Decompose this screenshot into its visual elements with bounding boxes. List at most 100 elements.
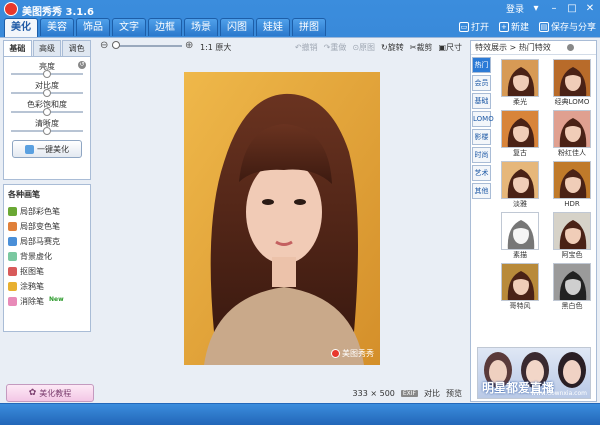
effect-preview-image xyxy=(559,118,587,147)
slider-1: 对比度 xyxy=(7,80,87,97)
slider-3: 清晰度 xyxy=(7,118,87,135)
one-key-beautify-button[interactable]: 一键美化 xyxy=(12,140,82,158)
tab-5[interactable]: 场景 xyxy=(184,18,218,36)
category-tab-3[interactable]: LOMO xyxy=(472,111,494,127)
canvas-tool-1[interactable]: ↷重做 xyxy=(324,42,347,53)
brush-item-0[interactable]: 局部彩色笔 xyxy=(8,204,86,219)
effect-thumbnail xyxy=(553,110,591,148)
canvas-area: 美图秀秀 xyxy=(96,56,466,384)
brush-icon xyxy=(8,282,17,291)
new-button[interactable]: + 新建 xyxy=(498,20,529,33)
effects-header: 特效展示 > 热门特效 xyxy=(471,41,596,55)
effect-item-1[interactable]: 经典LOMO xyxy=(547,59,597,108)
category-tab-6[interactable]: 艺术 xyxy=(472,165,491,181)
effect-item-5[interactable]: HDR xyxy=(547,161,597,210)
effect-label: 复古 xyxy=(513,149,527,157)
zoom-out-icon[interactable]: ⊖ xyxy=(100,40,108,51)
effect-thumbnail xyxy=(553,59,591,97)
effect-item-8[interactable]: 哥特风 xyxy=(495,263,545,312)
brush-item-2[interactable]: 局部马赛克 xyxy=(8,234,86,249)
effect-item-3[interactable]: 粉红佳人 xyxy=(547,110,597,159)
login-link[interactable]: 登录 xyxy=(506,2,524,15)
effect-item-9[interactable]: 黑白色 xyxy=(547,263,597,312)
tab-4[interactable]: 边框 xyxy=(148,18,182,36)
open-button[interactable]: ▭ 打开 xyxy=(458,20,489,33)
category-tab-4[interactable]: 影楼 xyxy=(472,129,491,145)
effect-thumbnail xyxy=(501,212,539,250)
slider-handle[interactable] xyxy=(43,127,51,135)
promo-banner[interactable]: 明星都爱直播 www.downxia.com xyxy=(477,347,591,399)
close-button[interactable]: ✕ xyxy=(584,3,596,15)
left-panel: 基础 高级 调色 ↺ 亮度 对比度 色彩饱和度 清晰度 一键美化 各种画笔 局部彩色笔 局部… xyxy=(3,40,94,402)
photo-canvas[interactable]: 美图秀秀 xyxy=(184,72,380,365)
portrait-image xyxy=(184,72,380,365)
brush-item-3[interactable]: 背景虚化 xyxy=(8,249,86,264)
effect-item-7[interactable]: 阿宝色 xyxy=(547,212,597,261)
tab-2[interactable]: 饰品 xyxy=(76,18,110,36)
tab-8[interactable]: 拼图 xyxy=(292,18,326,36)
canvas-tool-0[interactable]: ↶撤销 xyxy=(295,42,318,53)
canvas-tool-5[interactable]: ▣尺寸 xyxy=(438,42,462,53)
effect-label: 黑白色 xyxy=(561,302,583,310)
plus-icon: + xyxy=(498,21,509,32)
preview-button[interactable]: 预览 xyxy=(446,388,462,399)
slider-track[interactable] xyxy=(11,108,83,116)
category-tab-7[interactable]: 其他 xyxy=(472,183,491,199)
canvas-status: 333 × 500 EXIF 对比 预览 xyxy=(353,388,462,399)
original-size-button[interactable]: 1:1 原大 xyxy=(200,42,231,53)
zoom-in-icon[interactable]: ⊕ xyxy=(185,40,193,51)
slider-handle[interactable] xyxy=(43,108,51,116)
tab-1[interactable]: 美容 xyxy=(40,18,74,36)
app-logo-icon xyxy=(4,2,18,16)
effect-grid: 柔光 经典LOMO 复古 粉红佳人 淡雅 HDR 素描 阿宝色 哥特风 黑白色 xyxy=(495,59,597,312)
tab-7[interactable]: 娃娃 xyxy=(256,18,290,36)
brush-item-1[interactable]: 局部变色笔 xyxy=(8,219,86,234)
brush-item-5[interactable]: 涂鸦笔 xyxy=(8,279,86,294)
maximize-button[interactable]: □ xyxy=(566,3,578,15)
zoom-slider-handle[interactable] xyxy=(111,41,120,49)
exif-badge[interactable]: EXIF xyxy=(400,390,418,397)
zoom-slider[interactable] xyxy=(112,45,182,47)
compare-button[interactable]: 对比 xyxy=(424,388,440,399)
subtab-0[interactable]: 基础 xyxy=(3,40,32,56)
brush-icon xyxy=(8,267,17,276)
brush-item-6[interactable]: 消除笔 New xyxy=(8,294,86,309)
tab-0[interactable]: 美化 xyxy=(4,18,38,38)
effect-thumbnail xyxy=(553,263,591,301)
effect-item-2[interactable]: 复古 xyxy=(495,110,545,159)
folder-icon: ▭ xyxy=(458,21,469,32)
save-share-button[interactable]: ▤ 保存与分享 xyxy=(538,20,596,33)
main-tabs: 美化 美容 饰品 文字 边框 场景 闪图 娃娃 拼图 xyxy=(4,18,326,38)
brush-item-4[interactable]: 抠图笔 xyxy=(8,264,86,279)
effect-item-0[interactable]: 柔光 xyxy=(495,59,545,108)
category-tab-0[interactable]: 热门 xyxy=(472,57,491,73)
slider-track[interactable] xyxy=(11,89,83,97)
slider-track[interactable] xyxy=(11,127,83,135)
category-tab-1[interactable]: 会员 xyxy=(472,75,491,91)
slider-0: 亮度 xyxy=(7,61,87,78)
minimize-button[interactable]: – xyxy=(548,3,560,15)
tab-6[interactable]: 闪图 xyxy=(220,18,254,36)
tutorial-button[interactable]: ✿ 美化教程 xyxy=(6,384,94,402)
category-tab-2[interactable]: 基础 xyxy=(472,93,491,109)
slider-track[interactable] xyxy=(11,70,83,78)
slider-handle[interactable] xyxy=(43,70,51,78)
tab-3[interactable]: 文字 xyxy=(112,18,146,36)
canvas-tool-2[interactable]: ⊙原图 xyxy=(352,42,375,53)
effect-item-6[interactable]: 素描 xyxy=(495,212,545,261)
subtab-2[interactable]: 调色 xyxy=(62,40,92,56)
subtab-1[interactable]: 高级 xyxy=(32,40,62,56)
canvas-tool-3[interactable]: ↻旋转 xyxy=(381,42,404,53)
center-panel: ⊖ ⊕ 1:1 原大 ↶撤销 ↷重做 ⊙原图 ↻旋转 ✂裁剪 ▣尺寸 美图秀秀 … xyxy=(96,38,466,404)
effect-preview-image xyxy=(507,169,535,198)
brush-box: 各种画笔 局部彩色笔 局部变色笔 局部马赛克 背景虚化 抠图笔 涂鸦笔 消除笔 New xyxy=(3,184,91,332)
category-tab-5[interactable]: 时尚 xyxy=(472,147,491,163)
effect-item-4[interactable]: 淡雅 xyxy=(495,161,545,210)
menu-button[interactable]: ▾ xyxy=(530,3,542,15)
brush-label: 消除笔 xyxy=(20,297,44,306)
canvas-tool-4[interactable]: ✂裁剪 xyxy=(410,42,433,53)
slider-handle[interactable] xyxy=(43,89,51,97)
effect-preview-image xyxy=(559,67,587,96)
expand-icon[interactable] xyxy=(567,44,574,51)
reset-icon[interactable]: ↺ xyxy=(78,61,86,69)
